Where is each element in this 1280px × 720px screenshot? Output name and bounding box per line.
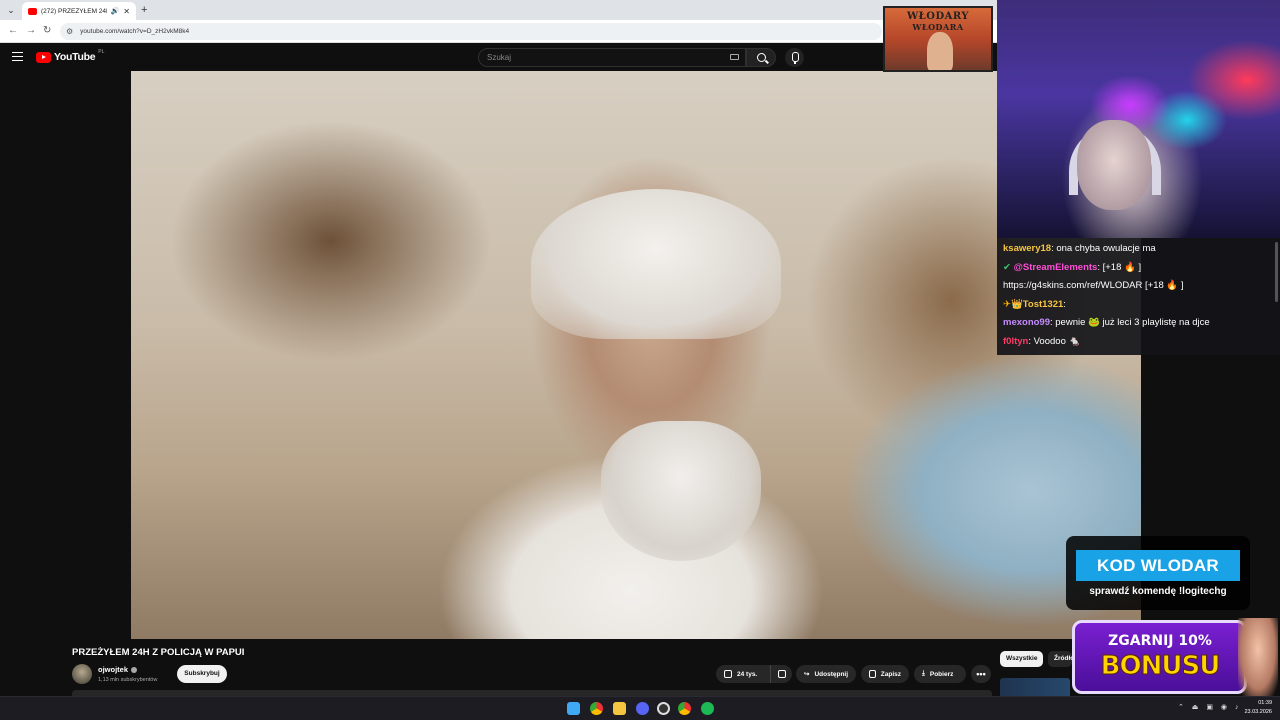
site-info-icon[interactable]: ⚙ [66,27,73,36]
search-box [478,48,746,67]
chat-message: mexono99: pewnie 🐸 już leci 3 playlistę … [1003,314,1274,333]
verified-icon [131,667,138,674]
speaker-icon[interactable]: 🔊 [111,7,120,15]
system-tray-icons[interactable]: ⌃ ⏏ ▣ ◉ ♪ [1178,703,1241,711]
discord-icon[interactable] [636,702,649,715]
save-label: Zapisz [880,670,901,678]
streamer-head [1077,120,1151,210]
youtube-logo[interactable]: YouTube PL [36,49,105,63]
more-actions-button[interactable]: ••• [971,665,991,683]
youtube-logo-text: YouTube [54,51,96,63]
chat-text: : pewnie 🐸 już leci 3 playlistę na djce [1050,317,1210,328]
verified-badge-icon: ✔ [1003,261,1014,273]
share-label: Udostępnij [814,670,849,678]
windows-start-icon[interactable] [567,702,580,715]
bonus-banner: ZGARNIJ 10% BONUSU [1072,620,1247,694]
promo-code-overlay: KOD WLODAR sprawdź komendę !logitechg [1066,536,1250,610]
reload-icon[interactable]: ↻ [43,24,51,38]
obs-icon[interactable] [657,702,670,715]
chat-text: : [+18 🔥 ] [1097,261,1142,273]
promo-code-title: KOD WLODAR [1076,550,1240,581]
chrome-alt-icon[interactable] [678,702,691,715]
chat-text: : [1063,298,1066,310]
chat-user: f0ltyn [1003,335,1029,347]
chip-all[interactable]: Wszystkie [1000,651,1044,667]
bonus-line-2: BONUSU [1100,651,1221,682]
clock-date: 23.03.2026 [1244,709,1272,715]
subscribe-button[interactable]: Subskrybuj [177,665,227,683]
clock[interactable]: 01:39 23.03.2026 [1240,699,1272,717]
video-title: PRZEŻYŁEM 24H Z POLICJĄ W PAPUI [72,647,245,658]
share-button[interactable]: ↪ Udostępnij [796,665,856,683]
webcam-overlay [997,0,1280,238]
chat-overlay: ksawery18: ona chyba owulacje ma ✔ @Stre… [997,238,1280,355]
url-text: youtube.com/watch?v=D_zH2vkM8k4 [80,28,190,35]
chat-user: ksawery18 [1003,243,1052,254]
video-frame-subject [531,189,781,339]
chat-message: f0ltyn: Voodoo 🐁 [1003,333,1274,352]
chat-text: https://g4skins.com/ref/WLODAR [+18 🔥 ] [1003,280,1184,291]
bookmark-icon [869,670,876,678]
tab-title: (272) PRZEŻYŁEM 24H Z P... [41,7,107,15]
thumbs-up-icon [724,670,732,678]
banner-top-text: WŁODARY [906,11,970,22]
download-label: Pobierz [929,670,954,678]
download-icon: ⤓ [922,670,925,677]
chip-source[interactable]: Źródło [1048,651,1072,667]
banner-figure [927,32,953,70]
promo-code-subtitle: sprawdź komendę !logitechg [1089,586,1227,597]
back-icon[interactable]: ← [8,24,18,38]
search-icon [757,53,766,62]
chat-user: Tost1321 [1022,298,1064,310]
chat-text: : Voodoo 🐁 [1028,335,1081,347]
channel-avatar[interactable] [72,664,92,684]
chat-user: mexono99 [1003,317,1050,328]
share-icon: ↪ [804,671,810,678]
clock-time: 01:39 [1258,700,1272,706]
country-code: PL [98,49,105,55]
keyboard-icon[interactable] [730,54,739,60]
windows-taskbar: ⌃ ⏏ ▣ ◉ ♪ 01:39 23.03.2026 [0,696,1280,720]
chat-message: https://g4skins.com/ref/WLODAR [+18 🔥 ] [1003,277,1274,296]
forward-icon[interactable]: → [26,24,36,38]
search-button[interactable] [746,48,776,67]
chat-message: ✔ @StreamElements: [+18 🔥 ] [1003,259,1274,278]
chrome-icon[interactable] [590,702,603,715]
like-count: 24 tys. [737,670,758,678]
chat-message: ✈👑Tost1321: [1003,296,1274,315]
tab-search-icon[interactable]: ⌄ [4,3,18,17]
chat-text: : ona chyba owulacje ma [1051,243,1156,254]
file-explorer-icon[interactable] [613,702,626,715]
bonus-mascot [1238,618,1278,696]
badges-icon: ✈👑 [1003,298,1023,310]
chat-scrollbar [1275,242,1278,302]
spotify-icon[interactable] [701,702,714,715]
new-tab-button[interactable]: + [141,3,147,17]
menu-icon[interactable] [12,52,23,61]
banner-bottom-text: WŁODARA [912,22,964,32]
close-tab-icon[interactable]: ✕ [123,7,130,16]
browser-tab[interactable]: (272) PRZEŻYŁEM 24H Z P... 🔊 ✕ [22,2,136,20]
url-bar[interactable]: ⚙ youtube.com/watch?v=D_zH2vkM8k4 [60,23,882,40]
thumbs-down-icon [777,670,786,678]
streamer-banner: WŁODARY WŁODARA [883,6,993,72]
subscriber-count: 1,13 mln subskrybentów [98,677,158,683]
search-input[interactable] [487,53,717,62]
video-player[interactable] [131,71,1141,639]
save-button[interactable]: Zapisz [861,665,909,683]
chat-user: @StreamElements [1013,261,1098,273]
dislike-button[interactable] [770,665,792,683]
voice-search-icon[interactable] [785,48,804,67]
download-button[interactable]: ⤓ Pobierz [914,665,966,683]
youtube-favicon-icon [28,7,37,15]
bonus-line-1: ZGARNIJ 10% [1108,633,1212,649]
like-button[interactable]: 24 tys. [716,665,770,683]
chat-message: ksawery18: ona chyba owulacje ma [1003,240,1274,259]
video-frame-beard [601,421,761,561]
youtube-play-icon [36,51,51,63]
channel-name-block[interactable]: ojwojtek [98,665,138,674]
channel-name[interactable]: ojwojtek [98,665,128,674]
